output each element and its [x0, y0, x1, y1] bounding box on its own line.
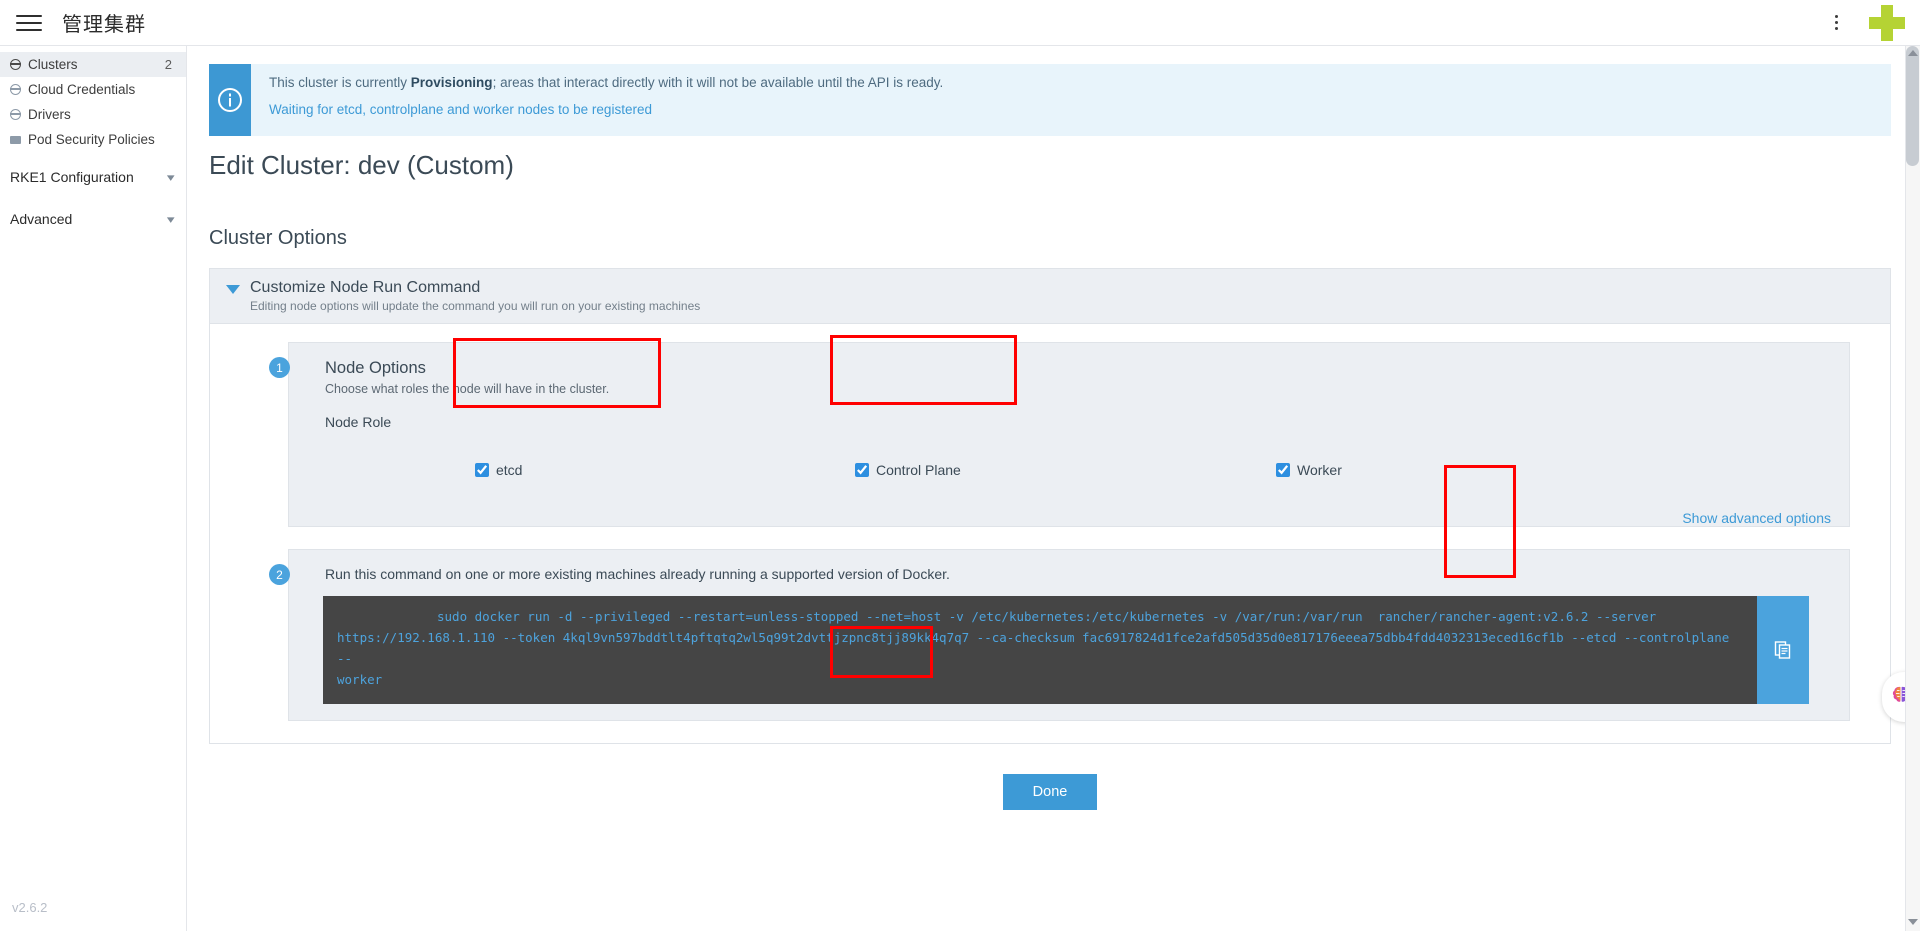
checkbox-control-plane[interactable]: Control Plane: [855, 462, 961, 478]
provisioning-banner: This cluster is currently Provisioning; …: [209, 64, 1891, 136]
show-advanced-options-link[interactable]: Show advanced options: [1682, 510, 1831, 526]
main-content: This cluster is currently Provisioning; …: [187, 46, 1913, 931]
kebab-menu-icon[interactable]: [1826, 10, 1846, 36]
done-button[interactable]: Done: [1002, 774, 1098, 810]
page-scrollbar[interactable]: [1905, 46, 1920, 931]
scrollbar-thumb[interactable]: [1906, 46, 1919, 166]
banner-waiting-link[interactable]: Waiting for etcd, controlplane and worke…: [269, 102, 943, 117]
command-line-3: worker: [337, 672, 383, 687]
sidebar: Clusters 2 Cloud Credentials Drivers Pod…: [0, 46, 187, 931]
sidebar-item-label: Pod Security Policies: [28, 132, 155, 147]
customize-node-run-command-panel: Customize Node Run Command Editing node …: [209, 268, 1891, 744]
checkbox-worker[interactable]: Worker: [1276, 462, 1342, 478]
banner-body: This cluster is currently Provisioning; …: [251, 64, 957, 136]
panel-heading: Customize Node Run Command: [250, 279, 481, 296]
sidebar-item-label: Drivers: [28, 107, 71, 122]
banner-text-before: This cluster is currently: [269, 75, 411, 90]
form-footer: Done: [187, 774, 1913, 810]
sidebar-item-label: Cloud Credentials: [28, 82, 136, 97]
step-1-heading: Node Options: [325, 359, 426, 377]
node-role-label: Node Role: [325, 414, 392, 430]
step-2-badge: 2: [269, 564, 290, 585]
sidebar-item-label: Clusters: [28, 57, 78, 72]
node-role-checkbox-group: etcd Control Plane Worker Show advanced …: [325, 438, 1849, 526]
checkbox-label: Worker: [1297, 462, 1342, 478]
step-node-options: 1 Node Options Choose what roles the nod…: [269, 342, 1850, 527]
banner-status-text: This cluster is currently Provisioning; …: [269, 75, 943, 90]
checkbox-label: Control Plane: [876, 462, 961, 478]
sidebar-item-cloud-credentials[interactable]: Cloud Credentials: [0, 77, 186, 102]
version-label: v2.6.2: [12, 900, 48, 915]
scroll-down-arrow-icon[interactable]: [1908, 919, 1918, 925]
chevron-down-icon: ▾: [167, 213, 176, 226]
step-2-text: Run this command on one or more existing…: [325, 566, 950, 582]
page-title: Edit Cluster: dev (Custom): [209, 150, 514, 180]
sidebar-group-advanced[interactable]: Advanced ▾: [0, 202, 186, 236]
control-plane-checkbox-input[interactable]: [855, 463, 869, 477]
etcd-checkbox-input[interactable]: [475, 463, 489, 477]
app-title: 管理集群: [62, 14, 146, 36]
sidebar-item-count: 2: [164, 57, 172, 72]
step-run-command: 2 Run this command on one or more existi…: [269, 549, 1850, 721]
top-bar-actions: [1826, 4, 1920, 42]
globe-icon: [9, 59, 21, 70]
sidebar-item-pod-security-policies[interactable]: Pod Security Policies: [0, 127, 186, 152]
sidebar-item-drivers[interactable]: Drivers: [0, 102, 186, 127]
hamburger-icon[interactable]: [16, 13, 42, 33]
sidebar-group-label: RKE1 Configuration: [10, 169, 134, 185]
chevron-down-icon: ▾: [167, 171, 176, 184]
checkbox-label: etcd: [496, 462, 523, 478]
sidebar-group-rke1-configuration[interactable]: RKE1 Configuration ▾: [0, 160, 186, 194]
copy-command-button[interactable]: [1757, 596, 1809, 704]
folder-icon: [10, 136, 21, 144]
rancher-logo-icon: [1868, 4, 1906, 42]
worker-checkbox-input[interactable]: [1276, 463, 1290, 477]
panel-header-toggle[interactable]: Customize Node Run Command Editing node …: [210, 269, 1890, 324]
panel-body: 1 Node Options Choose what roles the nod…: [210, 324, 1890, 743]
scroll-up-arrow-icon[interactable]: [1908, 50, 1918, 56]
banner-status: Provisioning: [410, 75, 493, 90]
section-title: Cluster Options: [209, 227, 347, 249]
info-circle-icon: [209, 64, 251, 136]
clipboard-copy-icon: [1773, 639, 1793, 662]
globe-icon: [9, 84, 21, 95]
command-line-2: https://192.168.1.110 --token 4kql9vn597…: [337, 630, 1737, 666]
step-1-subheading: Choose what roles the node will have in …: [325, 382, 610, 396]
triangle-down-icon: [226, 285, 240, 294]
panel-subheading: Editing node options will update the com…: [250, 299, 701, 313]
checkbox-etcd[interactable]: etcd: [475, 462, 522, 478]
banner-text-after: ; areas that interact directly with it w…: [492, 75, 944, 90]
top-bar: 管理集群: [0, 0, 1920, 46]
globe-icon: [9, 109, 21, 120]
sidebar-item-clusters[interactable]: Clusters 2: [0, 52, 186, 77]
sidebar-group-label: Advanced: [10, 211, 73, 227]
command-row: sudo docker run -d --privileged --restar…: [323, 596, 1809, 704]
command-line-1: sudo docker run -d --privileged --restar…: [437, 609, 1657, 624]
step-1-badge: 1: [269, 357, 290, 378]
node-run-command-text[interactable]: sudo docker run -d --privileged --restar…: [323, 596, 1757, 704]
